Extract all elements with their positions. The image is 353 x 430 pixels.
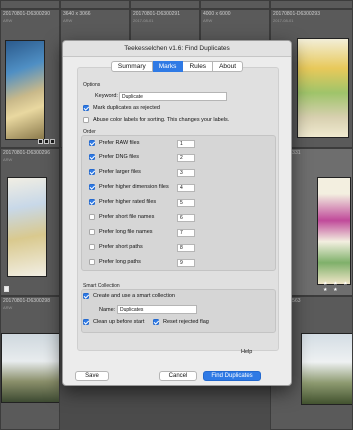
reset-flag-option[interactable]: Reset rejected flag bbox=[153, 319, 209, 325]
cell-dimensions: 4000 x 6000 bbox=[203, 11, 231, 17]
photo-thumbnail bbox=[7, 177, 47, 277]
rule-checkbox[interactable] bbox=[89, 169, 95, 175]
cell-filename: 20170801-D6300290 bbox=[3, 11, 50, 17]
reset-flag-label: Reset rejected flag bbox=[163, 319, 209, 325]
rule-label: Prefer long file names bbox=[99, 229, 153, 235]
tab-about[interactable]: About bbox=[213, 61, 244, 72]
cell-filename: 20170801-D6300296 bbox=[3, 150, 50, 156]
rule-rank-field[interactable]: 4 bbox=[177, 184, 195, 192]
rule-row[interactable]: Prefer higher dimension files bbox=[89, 184, 169, 190]
rule-checkbox[interactable] bbox=[89, 229, 95, 235]
photo-thumbnail bbox=[297, 38, 349, 138]
rule-label: Prefer long paths bbox=[99, 259, 141, 265]
rule-checkbox[interactable] bbox=[89, 184, 95, 190]
cell-type: ARW bbox=[203, 18, 213, 23]
abuse-colors-label: Abuse color labels for sorting. This cha… bbox=[93, 117, 230, 123]
rule-checkbox[interactable] bbox=[89, 140, 95, 146]
rule-checkbox[interactable] bbox=[89, 259, 95, 265]
metadata-badges bbox=[38, 139, 55, 144]
find-duplicates-dialog: Teekesselchen v1.6: Find Duplicates Summ… bbox=[62, 40, 292, 386]
rule-rank-field[interactable]: 9 bbox=[177, 259, 195, 267]
create-collection-label: Create and use a smart collection bbox=[93, 293, 175, 299]
rule-row[interactable]: Prefer short file names bbox=[89, 214, 154, 220]
photo-thumbnail bbox=[317, 177, 351, 285]
cell-date: 2017-08-01 bbox=[273, 18, 294, 23]
rule-rank-field[interactable]: 7 bbox=[177, 229, 195, 237]
grid-cell[interactable] bbox=[0, 0, 60, 9]
cell-date: 2017-08-01 bbox=[133, 18, 154, 23]
grid-cell[interactable] bbox=[200, 0, 270, 9]
rule-label: Prefer short file names bbox=[99, 214, 155, 220]
cell-type: ARW bbox=[3, 18, 13, 23]
mark-rejected-option[interactable]: Mark duplicates as rejected bbox=[83, 105, 160, 111]
rule-checkbox[interactable] bbox=[89, 244, 95, 250]
photo-thumbnail bbox=[5, 40, 45, 140]
create-collection-checkbox[interactable] bbox=[83, 293, 89, 299]
rule-row[interactable]: Prefer higher rated files bbox=[89, 199, 156, 205]
grid-cell[interactable] bbox=[270, 0, 353, 9]
dialog-title: Teekesselchen v1.6: Find Duplicates bbox=[63, 41, 291, 57]
tab-marks[interactable]: Marks bbox=[152, 61, 184, 72]
rule-checkbox[interactable] bbox=[89, 199, 95, 205]
collection-name-label: Name: bbox=[99, 307, 116, 313]
abuse-colors-option[interactable]: Abuse color labels for sorting. This cha… bbox=[83, 117, 229, 123]
rating-stars[interactable]: ★ ★ ★ ★ ★ bbox=[323, 281, 352, 293]
cleanup-option[interactable]: Clean up before start bbox=[83, 319, 144, 325]
grid-cell[interactable]: 20170801-D6300290 ARW bbox=[0, 9, 60, 148]
rule-rank-field[interactable]: 5 bbox=[177, 199, 195, 207]
cell-filename: 20170801-D6300298 bbox=[3, 298, 50, 304]
mark-rejected-label: Mark duplicates as rejected bbox=[93, 105, 160, 111]
grid-cell[interactable]: 20170801-D6300298 ARW bbox=[0, 296, 60, 430]
grid-cell[interactable]: 20170801-D6300296 ARW bbox=[0, 148, 60, 296]
collection-name-input[interactable]: Duplicates bbox=[117, 305, 197, 314]
create-collection-option[interactable]: Create and use a smart collection bbox=[83, 293, 175, 299]
abuse-colors-checkbox[interactable] bbox=[83, 117, 89, 123]
rule-label: Prefer DNG files bbox=[99, 154, 140, 160]
cell-type: ARW bbox=[3, 157, 13, 162]
rule-row[interactable]: Prefer DNG files bbox=[89, 154, 139, 160]
cancel-button[interactable]: Cancel bbox=[159, 371, 197, 381]
cell-dimensions: 3640 x 3066 bbox=[63, 11, 91, 17]
keyword-input[interactable]: Duplicate bbox=[119, 92, 227, 101]
rule-label: Prefer RAW files bbox=[99, 140, 140, 146]
cell-filename: 20170801-D6300291 bbox=[133, 11, 180, 17]
photo-thumbnail bbox=[1, 333, 59, 403]
cleanup-checkbox[interactable] bbox=[83, 319, 89, 325]
grid-cell[interactable] bbox=[60, 0, 130, 9]
find-duplicates-button[interactable]: Find Duplicates bbox=[203, 371, 261, 381]
cell-type: ARW bbox=[3, 305, 13, 310]
rule-rank-field[interactable]: 8 bbox=[177, 244, 195, 252]
rule-label: Prefer larger files bbox=[99, 169, 141, 175]
cell-filename: 20170801-D6300293 bbox=[273, 11, 320, 17]
rule-rank-field[interactable]: 3 bbox=[177, 169, 195, 177]
rule-row[interactable]: Prefer RAW files bbox=[89, 140, 139, 146]
reset-flag-checkbox[interactable] bbox=[153, 319, 159, 325]
flag-icon[interactable] bbox=[4, 286, 9, 292]
keyword-label: Keyword: bbox=[95, 93, 118, 99]
grid-cell[interactable] bbox=[130, 0, 200, 9]
rule-rank-field[interactable]: 6 bbox=[177, 214, 195, 222]
rule-rank-field[interactable]: 2 bbox=[177, 154, 195, 162]
rule-label: Prefer higher rated files bbox=[99, 199, 157, 205]
save-button[interactable]: Save bbox=[75, 371, 109, 381]
tab-summary[interactable]: Summary bbox=[110, 61, 153, 72]
rule-rank-field[interactable]: 1 bbox=[177, 140, 195, 148]
tab-rules[interactable]: Rules bbox=[183, 61, 214, 72]
rule-checkbox[interactable] bbox=[89, 214, 95, 220]
cell-type: ARW bbox=[63, 18, 73, 23]
rule-label: Prefer higher dimension files bbox=[99, 184, 169, 190]
rule-row[interactable]: Prefer short paths bbox=[89, 244, 143, 250]
rule-row[interactable]: Prefer long file names bbox=[89, 229, 153, 235]
cleanup-label: Clean up before start bbox=[93, 319, 145, 325]
photo-thumbnail bbox=[301, 333, 352, 405]
rule-row[interactable]: Prefer long paths bbox=[89, 259, 141, 265]
rule-checkbox[interactable] bbox=[89, 154, 95, 160]
help-link[interactable]: Help bbox=[241, 349, 252, 355]
mark-rejected-checkbox[interactable] bbox=[83, 105, 89, 111]
tab-bar: Summary Marks Rules About bbox=[63, 61, 291, 72]
options-group-label: Options bbox=[83, 82, 101, 88]
rule-row[interactable]: Prefer larger files bbox=[89, 169, 141, 175]
rule-label: Prefer short paths bbox=[99, 244, 143, 250]
